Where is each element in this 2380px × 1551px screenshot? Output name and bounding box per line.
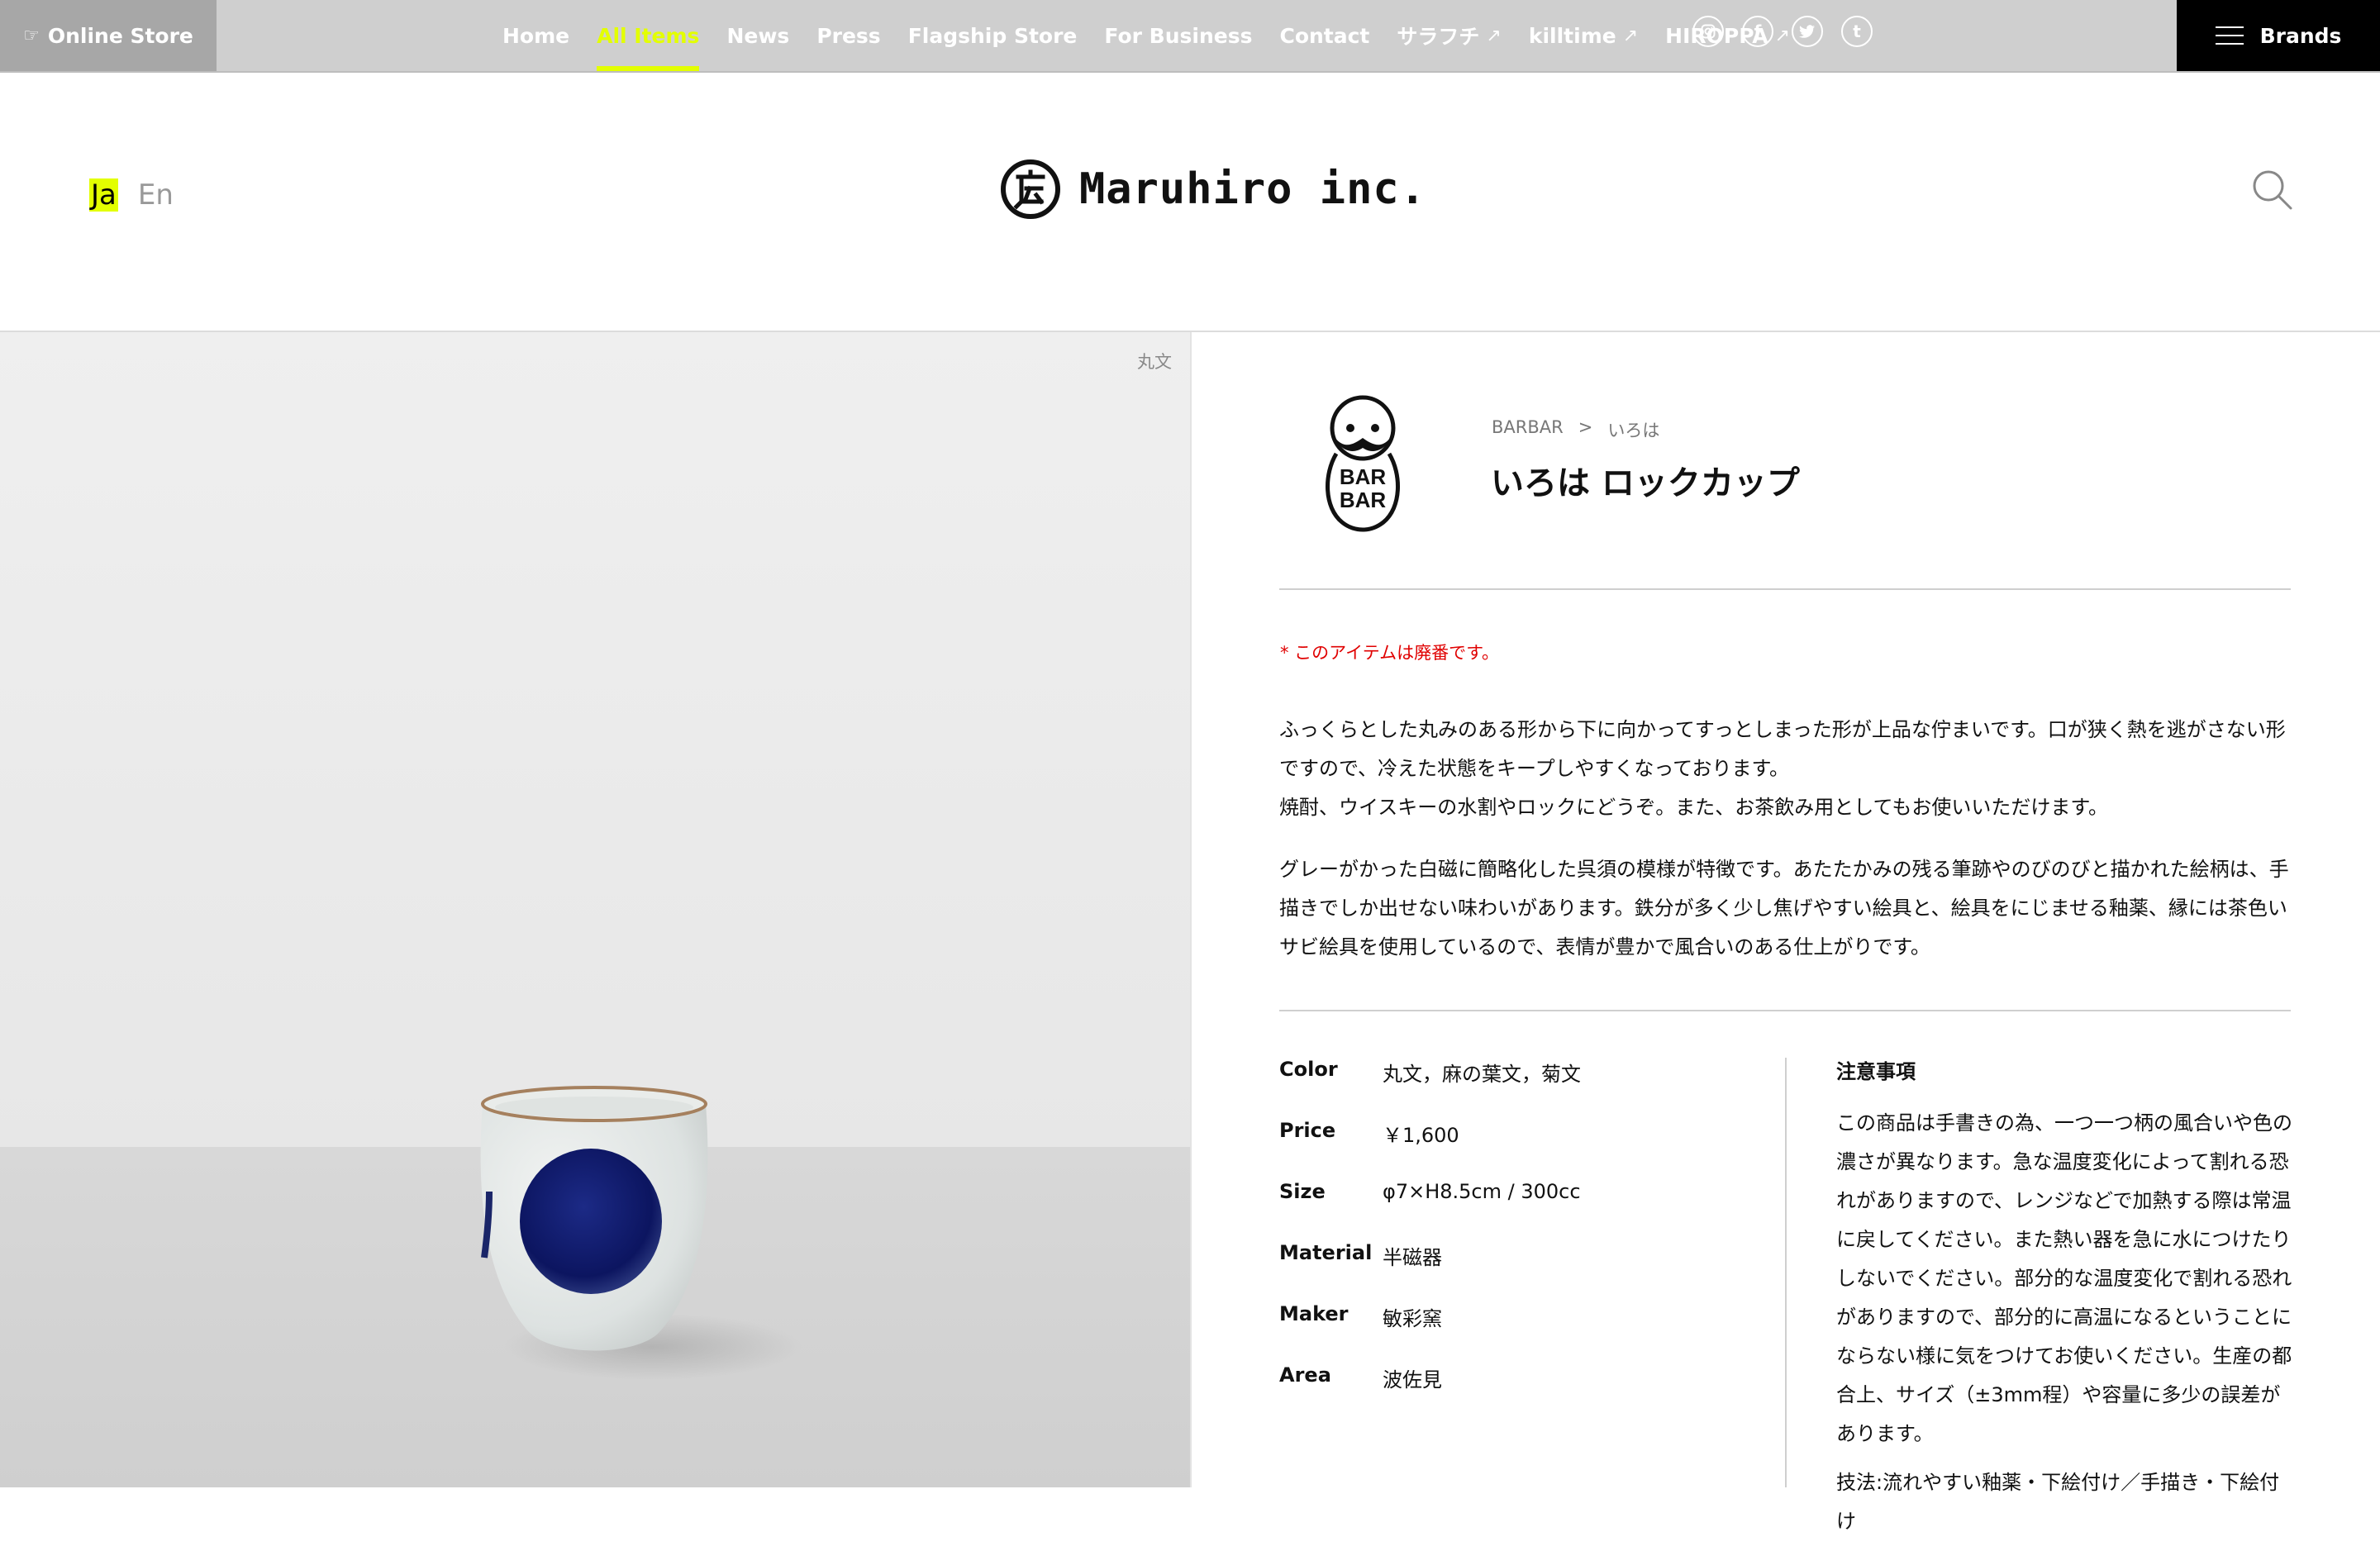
svg-text:BAR: BAR: [1340, 464, 1387, 489]
online-store-label: Online Store: [47, 23, 193, 48]
description-paragraph: 焼酎、ウイスキーの水割やロックにどうぞ。また、お茶飲み用としてもお使いいただけま…: [1279, 796, 2108, 819]
product-description: ふっくらとした丸みのある形から下に向かってすっとしまった形が上品な佇まいです。口…: [1279, 711, 2294, 967]
spec-row-color: Color 丸文，麻の葉文，菊文: [1279, 1058, 1581, 1119]
spec-key: Area: [1279, 1363, 1331, 1387]
column-divider: [1190, 332, 1192, 1487]
technique-text: 技法:流れやすい釉薬・下絵付け／手描き・下絵付け: [1836, 1471, 2280, 1533]
spec-key: Price: [1279, 1119, 1336, 1142]
nav-press[interactable]: Press: [816, 0, 880, 71]
spec-value: 波佐見: [1383, 1368, 1442, 1392]
spec-key: Size: [1279, 1180, 1326, 1203]
lang-ja[interactable]: Ja: [89, 178, 118, 212]
spec-row-material: Material 半磁器: [1279, 1241, 1581, 1302]
language-switcher: Ja En: [89, 178, 174, 212]
breadcrumb-brand[interactable]: BARBAR: [1492, 417, 1564, 442]
top-navigation-bar: ☞ Online Store Home All Items News Press…: [0, 0, 2380, 73]
nav-news[interactable]: News: [726, 0, 789, 71]
brands-menu-button[interactable]: Brands: [2177, 0, 2380, 71]
nav-home[interactable]: Home: [502, 0, 569, 71]
caution-heading: 注意事項: [1836, 1060, 1916, 1083]
product-photo: [0, 332, 1190, 1487]
photo-caption: 丸文: [1137, 352, 1172, 372]
pointing-hand-icon: ☞: [23, 25, 40, 46]
nav-contact[interactable]: Contact: [1279, 0, 1369, 71]
nav-killtime[interactable]: killtime ↗: [1529, 0, 1638, 71]
search-icon[interactable]: [2251, 169, 2294, 212]
hamburger-icon: [2215, 26, 2244, 45]
caution-section: 注意事項 この商品は手書きの為、一つ一つ柄の風合いや色の濃さが異なります。急な温…: [1836, 1059, 2299, 1551]
breadcrumb-series[interactable]: いろは: [1607, 417, 1659, 442]
external-link-icon: ↗: [1622, 25, 1639, 46]
tumblr-icon[interactable]: t: [1841, 16, 1873, 47]
spec-table: Color 丸文，麻の葉文，菊文 Price ￥1,600 Size φ7×H8.5c…: [1279, 1058, 1581, 1425]
logo-text: Maruhiro inc.: [1079, 164, 1426, 214]
brands-label: Brands: [2259, 23, 2342, 48]
site-logo[interactable]: Maruhiro inc.: [1000, 159, 1426, 220]
lang-en[interactable]: En: [138, 178, 174, 212]
twitter-icon[interactable]: [1792, 16, 1823, 47]
breadcrumb: BARBAR > いろは: [1492, 417, 1659, 442]
product-title: いろは ロックカップ: [1491, 464, 1800, 502]
spec-row-area: Area 波佐見: [1279, 1363, 1581, 1425]
nav-all-items[interactable]: All Items: [597, 0, 700, 71]
specs-caution-divider: [1785, 1058, 1787, 1487]
spec-row-price: Price ￥1,600: [1279, 1119, 1581, 1180]
nav-for-business[interactable]: For Business: [1104, 0, 1252, 71]
maruhiro-logo-mark: [1001, 159, 1060, 219]
discontinued-notice: * このアイテムは廃番です。: [1280, 643, 1499, 663]
spec-value: 丸文，麻の葉文，菊文: [1383, 1063, 1581, 1086]
breadcrumb-separator: >: [1578, 417, 1593, 437]
barbar-brand-logo[interactable]: BAR BAR: [1309, 392, 1416, 532]
description-paragraph: グレーがかった白磁に簡略化した呉須の模様が特徴です。あたたかみの残る筆跡やのびの…: [1279, 858, 2289, 959]
external-link-icon: ↗: [1486, 25, 1502, 46]
description-divider: [1279, 1010, 2291, 1011]
spec-key: Color: [1279, 1058, 1338, 1081]
spec-value: 敏彩窯: [1383, 1307, 1442, 1330]
svg-text:BAR: BAR: [1340, 488, 1387, 512]
spec-key: Material: [1279, 1241, 1373, 1264]
online-store-link[interactable]: ☞ Online Store: [0, 0, 217, 71]
spec-row-maker: Maker 敏彩窯: [1279, 1302, 1581, 1363]
spec-value: ￥1,600: [1383, 1124, 1459, 1147]
facebook-icon[interactable]: f: [1742, 16, 1773, 47]
title-divider: [1279, 588, 2291, 590]
description-paragraph: ふっくらとした丸みのある形から下に向かってすっとしまった形が上品な佇まいです。口…: [1279, 718, 2286, 780]
nav-sarafuchi[interactable]: サラフチ ↗: [1397, 0, 1501, 71]
nav-flagship-store[interactable]: Flagship Store: [908, 0, 1078, 71]
spec-key: Maker: [1279, 1302, 1349, 1325]
spec-value: φ7×H8.5cm / 300cc: [1383, 1180, 1581, 1203]
spec-row-size: Size φ7×H8.5cm / 300cc: [1279, 1180, 1581, 1241]
spec-value: 半磁器: [1383, 1246, 1442, 1269]
caution-text: この商品は手書きの為、一つ一つ柄の風合いや色の濃さが異なります。急な温度変化によ…: [1836, 1111, 2292, 1445]
instagram-icon[interactable]: [1692, 16, 1724, 47]
social-links: f t: [1692, 16, 1891, 47]
main-nav: Home All Items News Press Flagship Store…: [502, 0, 1817, 71]
